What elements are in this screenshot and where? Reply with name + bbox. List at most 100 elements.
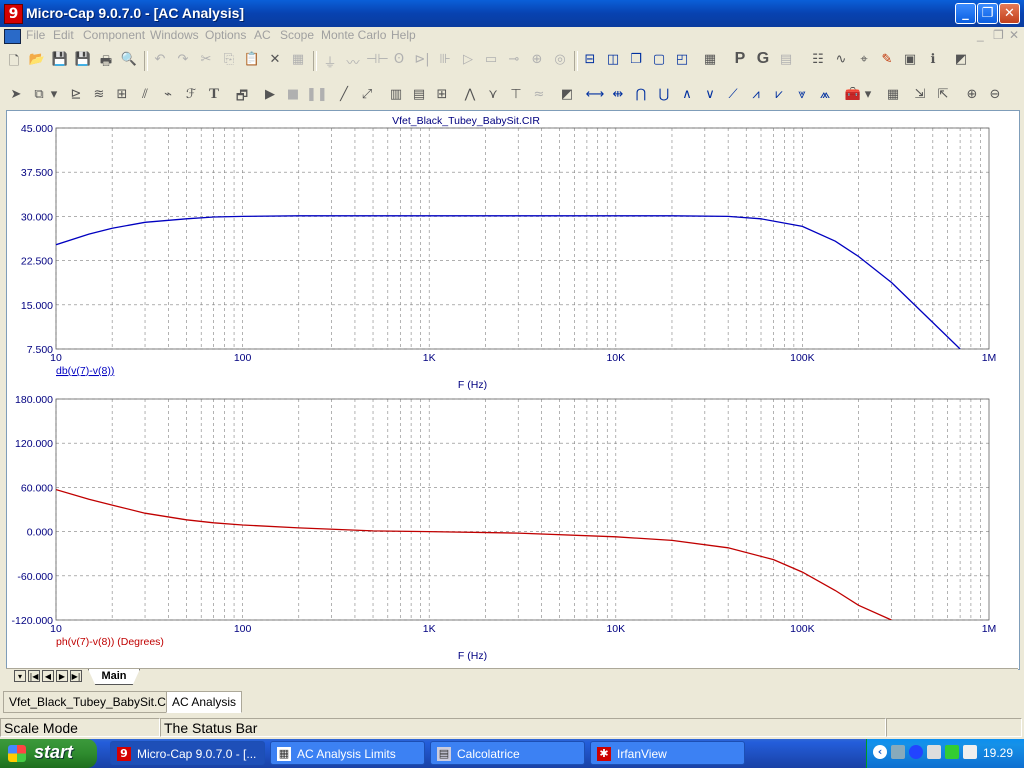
probe-icon[interactable]: ⌖	[854, 52, 874, 67]
select-arrow-icon[interactable]: ➤	[6, 87, 26, 102]
grid-medium-icon[interactable]: ▤	[409, 87, 429, 102]
redo-icon[interactable]: ↷	[173, 52, 193, 67]
line-tool-icon[interactable]: ╱	[334, 87, 354, 102]
micro-cap-icon[interactable]: 9	[4, 4, 23, 24]
run-icon[interactable]: ▶	[260, 87, 280, 102]
menu-windows[interactable]: Windows	[150, 28, 199, 42]
menu-ac[interactable]: AC	[254, 28, 271, 42]
inflection-icon[interactable]: ⩘	[746, 87, 766, 102]
peak-to-peak-icon[interactable]: ∧	[677, 87, 697, 102]
properties-p-icon[interactable]: P	[730, 50, 750, 68]
slope-icon[interactable]: ⟋	[723, 87, 743, 102]
high-icon[interactable]: ⊤	[506, 87, 526, 102]
cursor-right-icon[interactable]: ⇹	[608, 87, 628, 102]
safely-remove-icon[interactable]	[945, 745, 959, 759]
security-icon[interactable]	[963, 745, 977, 759]
close-button[interactable]: ✕	[999, 3, 1020, 24]
first-sheet-button[interactable]: |◀	[28, 670, 40, 682]
menu-scope[interactable]: Scope	[280, 28, 314, 42]
select-all-icon[interactable]: ▦	[288, 52, 308, 67]
grid-mode-icon[interactable]: ⊞	[112, 87, 132, 102]
next-valley-icon[interactable]: ⋃	[654, 87, 674, 102]
export-icon[interactable]: ◩	[951, 52, 971, 67]
diode-icon[interactable]: ⊳|	[412, 52, 432, 67]
save-all-icon[interactable]: 💾	[73, 52, 93, 67]
window-icon[interactable]: ▢	[649, 52, 669, 67]
macro-icon[interactable]: ▭	[481, 52, 501, 67]
inductor-icon[interactable]: ʘ	[389, 52, 409, 67]
stop-icon[interactable]: ■	[283, 87, 303, 102]
opamp-icon[interactable]: ▷	[458, 52, 478, 67]
tokens-icon[interactable]: ≋	[89, 87, 109, 102]
last-sheet-button[interactable]: ▶|	[70, 670, 82, 682]
global-high-icon[interactable]: ⩗	[769, 87, 789, 102]
global-settings-g-icon[interactable]: G	[753, 50, 773, 68]
pen-icon[interactable]: ✎	[877, 52, 897, 67]
component-list-icon[interactable]: ☷	[808, 52, 828, 67]
cut-icon[interactable]: ✂	[196, 52, 216, 67]
dropdown-arrow-icon[interactable]: ▾	[48, 87, 60, 102]
menu-monte-carlo[interactable]: Monte Carlo	[321, 28, 386, 42]
menu-component[interactable]: Component	[83, 28, 145, 42]
menu-file[interactable]: File	[26, 28, 45, 42]
text-tool-icon[interactable]: T	[204, 86, 224, 103]
paste-icon[interactable]: 📋	[242, 52, 262, 67]
new-file-icon[interactable]: 🗋	[4, 52, 24, 74]
start-button[interactable]: start	[0, 739, 97, 768]
scale-icon[interactable]: ⊵	[66, 87, 86, 102]
source-icon[interactable]: ⊕	[527, 52, 547, 67]
chart-icon[interactable]: ◩	[557, 87, 577, 102]
zoom-in-icon[interactable]: ⊕	[962, 87, 982, 102]
menu-options[interactable]: Options	[205, 28, 246, 42]
split-window-icon[interactable]: ◰	[672, 52, 692, 67]
show-hidden-icons-icon[interactable]: ‹	[873, 745, 887, 759]
pause-icon[interactable]: ❚❚	[306, 87, 328, 102]
printer-icon[interactable]	[927, 745, 941, 759]
graph-icon[interactable]: ⫽	[135, 87, 155, 102]
ground-icon[interactable]: ⏚	[320, 52, 340, 71]
menu-help[interactable]: Help	[391, 28, 416, 42]
calculator-icon[interactable]: ▦	[700, 52, 720, 67]
sine-source-icon[interactable]: ◎	[550, 52, 570, 67]
minimize-button[interactable]: _	[955, 3, 976, 24]
grid-coarse-icon[interactable]: ⊞	[432, 87, 452, 102]
fc-marker-icon[interactable]: ℱ	[181, 87, 201, 102]
valley-icon[interactable]: ⋎	[483, 87, 503, 102]
tab-ac-analysis[interactable]: AC Analysis	[166, 691, 243, 713]
mdi-minimize-button[interactable]: _	[977, 28, 984, 42]
undo-icon[interactable]: ↶	[150, 52, 170, 67]
ac-analysis-plot[interactable]: Vfet_Black_Tubey_BabySit.CIR 45.000 37.50…	[7, 111, 1019, 669]
component-mode-icon[interactable]: ⧉	[29, 87, 49, 102]
cursor-left-icon[interactable]: ⟷	[585, 87, 605, 102]
document-window-icon[interactable]	[4, 29, 21, 44]
info-icon[interactable]: ℹ	[923, 52, 943, 67]
wave-icon[interactable]: ≈	[529, 87, 549, 102]
image-icon[interactable]: ▣	[900, 52, 920, 67]
network-icon[interactable]	[891, 745, 905, 759]
toolbox-icon[interactable]: 🧰	[843, 87, 863, 102]
print-icon[interactable]: 🖶	[96, 52, 116, 74]
tab-schematic[interactable]: Vfet_Black_Tubey_BabySit.CIR	[3, 691, 184, 713]
grid-settings-icon[interactable]: ▤	[776, 52, 796, 67]
capacitor-icon[interactable]: ⊣⊢	[366, 52, 389, 67]
global-low-icon[interactable]: ⩔	[792, 87, 812, 102]
print-preview-icon[interactable]: 🔍	[119, 52, 139, 67]
save-icon[interactable]: 💾	[50, 52, 70, 67]
x-scale-icon[interactable]: ⇲	[910, 87, 930, 102]
valley-to-valley-icon[interactable]: ∨	[700, 87, 720, 102]
task-calcolatrice[interactable]: ▤ Calcolatrice	[430, 741, 585, 765]
zoom-out-icon[interactable]: ⊖	[985, 87, 1005, 102]
toolbox-dropdown-icon[interactable]: ▾	[862, 87, 874, 102]
copy-icon[interactable]: ⎘	[219, 52, 239, 67]
resistor-icon[interactable]: 〰	[343, 52, 363, 71]
restore-button[interactable]: ❐	[977, 3, 998, 24]
open-file-icon[interactable]: 📂	[27, 52, 47, 67]
bluetooth-icon[interactable]	[909, 745, 923, 759]
mdi-restore-button[interactable]: ❐	[993, 28, 1004, 42]
grid-fine-icon[interactable]: ▥	[386, 87, 406, 102]
sheet-menu-button[interactable]: ▾	[14, 670, 26, 682]
tab-main[interactable]: Main	[88, 669, 140, 685]
task-micro-cap[interactable]: 9 Micro-Cap 9.0.7.0 - [...	[110, 741, 265, 765]
menu-edit[interactable]: Edit	[53, 28, 74, 42]
waveform-icon[interactable]: ∿	[831, 52, 851, 67]
